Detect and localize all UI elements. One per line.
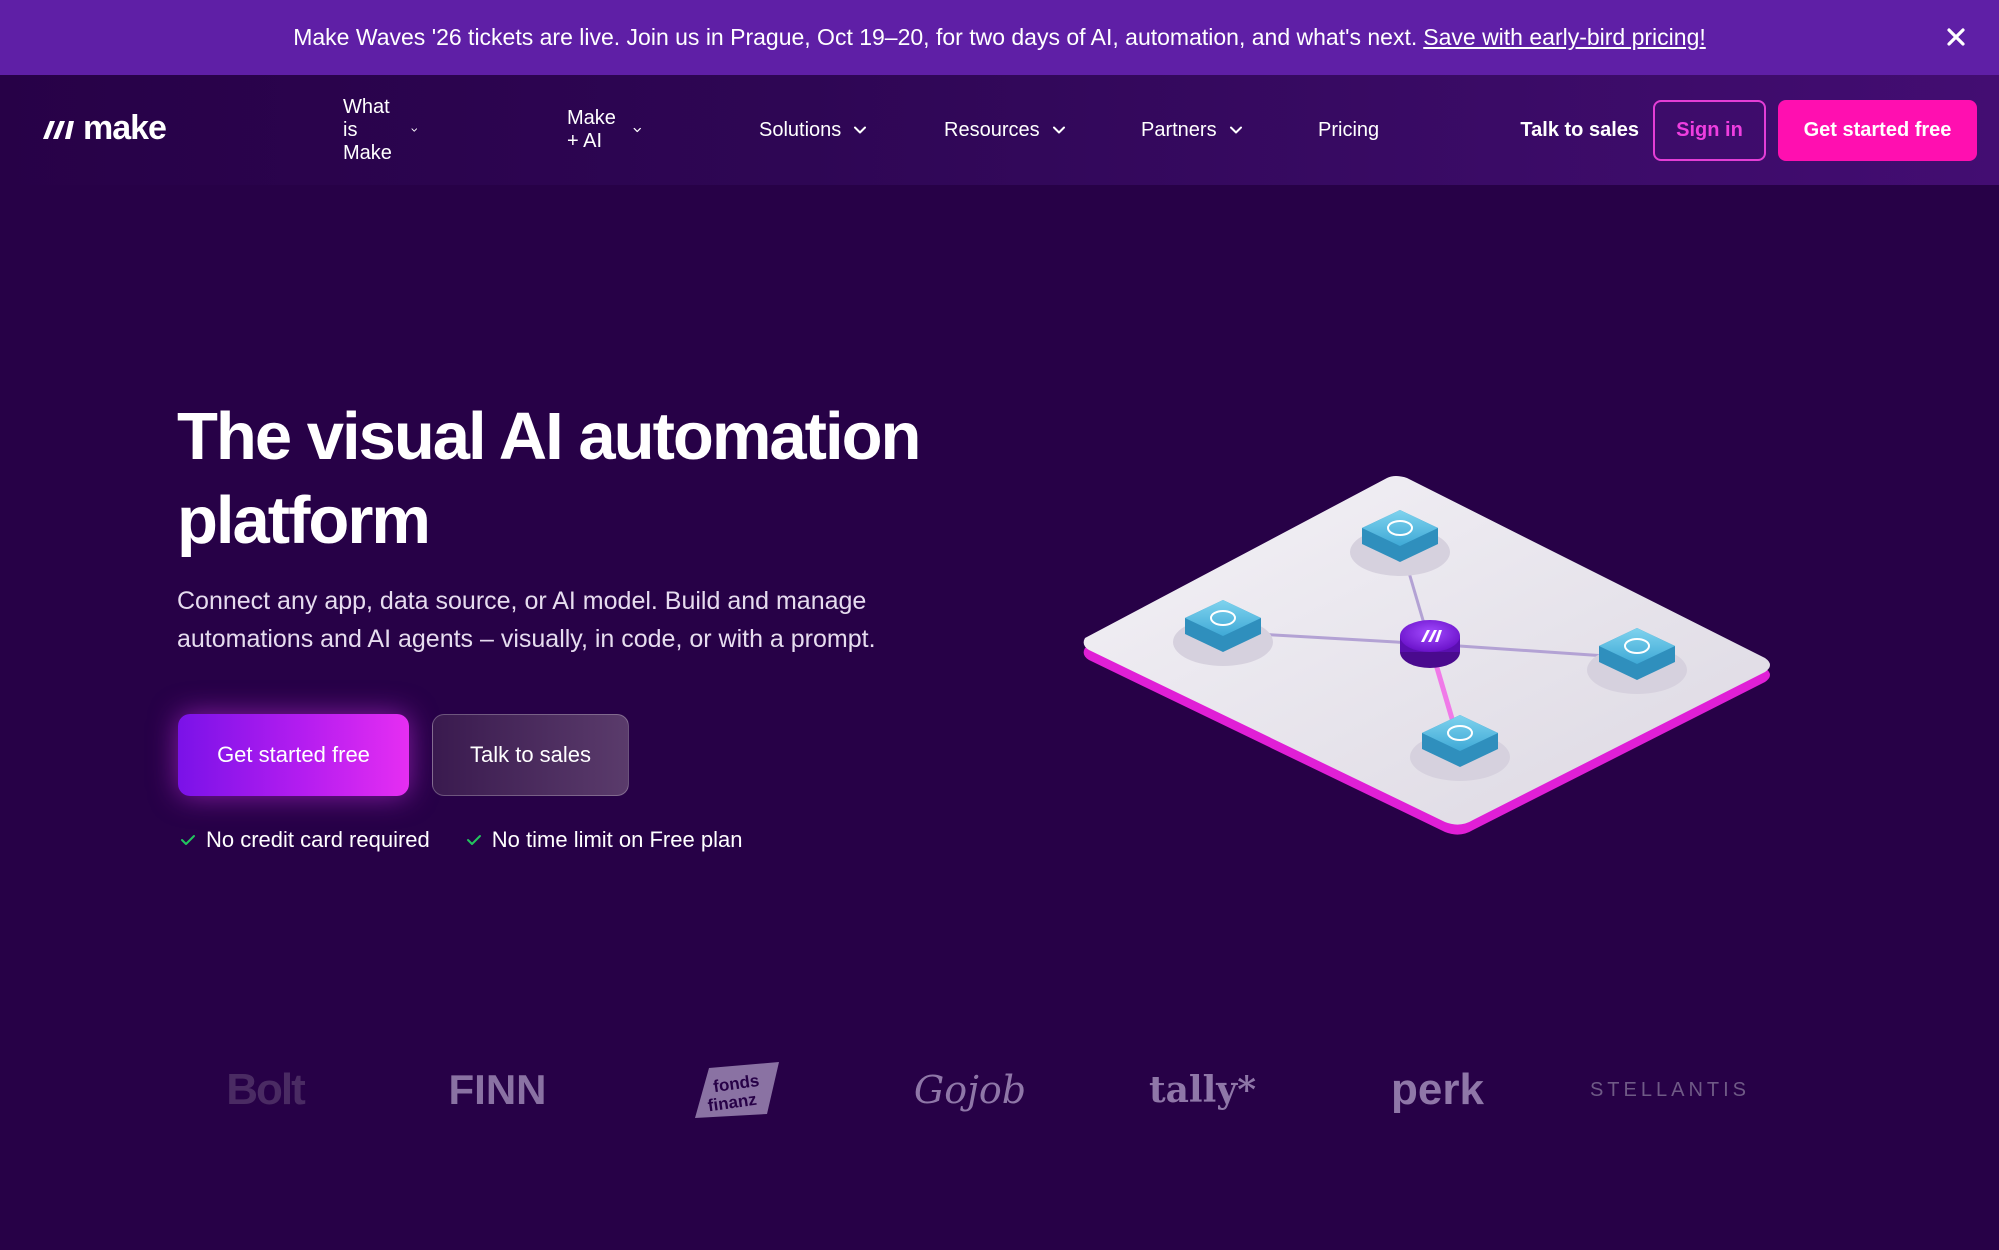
automation-platform-illustration bbox=[1083, 476, 1770, 835]
chevron-down-icon bbox=[854, 126, 867, 134]
brand-logo-tally: tally* bbox=[1148, 1069, 1257, 1111]
hero-title-line1: The visual AI automation bbox=[177, 399, 921, 474]
make-logo[interactable]: make bbox=[41, 109, 167, 148]
header-actions: Talk to sales Sign in Get started free bbox=[1520, 100, 1977, 161]
hero-subtitle-line2: automations and AI agents – visually, in… bbox=[177, 625, 876, 653]
hero-get-started-button[interactable]: Get started free bbox=[178, 714, 409, 796]
hero-title: The visual AI automation platform bbox=[177, 395, 977, 563]
brand-logo-stellantis: STELLANTIS bbox=[1589, 1078, 1751, 1101]
checkmark-icon bbox=[181, 835, 195, 845]
check-label: No credit card required bbox=[206, 827, 430, 852]
brand-logo-gojob: Gojob bbox=[913, 1068, 1027, 1112]
make-logo-mark-icon bbox=[43, 120, 74, 139]
hero-checklist: No credit card required No time limit on… bbox=[180, 827, 778, 853]
nav-partners[interactable]: Partners bbox=[1141, 119, 1243, 142]
nav-make-ai[interactable]: Make + AI bbox=[567, 107, 642, 153]
check-item: No credit card required bbox=[180, 827, 430, 853]
chevron-down-icon bbox=[1052, 126, 1065, 134]
check-item: No time limit on Free plan bbox=[466, 827, 743, 853]
nav-solutions[interactable]: Solutions bbox=[759, 119, 867, 142]
nav-pricing[interactable]: Pricing bbox=[1318, 119, 1379, 142]
chevron-down-icon bbox=[633, 127, 642, 133]
site-header: make What is Make Make + AI Solutions Re… bbox=[0, 75, 1999, 185]
nav-label: Solutions bbox=[759, 118, 842, 141]
early-bird-link[interactable]: Save with early-bird pricing! bbox=[1423, 24, 1706, 51]
brand-logo-finn: FINN bbox=[448, 1066, 547, 1113]
nav-label: Resources bbox=[944, 118, 1040, 141]
nav-label: Pricing bbox=[1318, 118, 1380, 141]
talk-to-sales-link[interactable]: Talk to sales bbox=[1520, 119, 1639, 142]
brand-logo-fonds-finanz: fonds finanz bbox=[688, 1050, 788, 1130]
nav-what-is-make[interactable]: What is Make bbox=[343, 96, 418, 165]
brand-logo-perk: perk bbox=[1391, 1065, 1484, 1114]
announcement-banner: Make Waves '26 tickets are live. Join us… bbox=[0, 0, 1999, 75]
checkmark-icon bbox=[466, 835, 481, 845]
hero-title-line2: platform bbox=[177, 483, 431, 558]
logo-text: make bbox=[83, 109, 167, 147]
check-label: No time limit on Free plan bbox=[491, 827, 743, 852]
chevron-down-icon bbox=[411, 128, 418, 132]
hero-subtitle: Connect any app, data source, or AI mode… bbox=[177, 582, 957, 658]
nav-label: What is Make bbox=[343, 95, 392, 164]
hero-subtitle-line1: Connect any app, data source, or AI mode… bbox=[177, 587, 867, 615]
nav-resources[interactable]: Resources bbox=[944, 119, 1066, 142]
get-started-button[interactable]: Get started free bbox=[1778, 100, 1977, 161]
fonds-finanz-logo: fonds finanz bbox=[695, 1062, 779, 1118]
chevron-down-icon bbox=[1229, 126, 1242, 134]
customer-logos: Bolt FINN fonds finanz Gojob tally* perk… bbox=[0, 1050, 1999, 1130]
nav-label: Partners bbox=[1141, 118, 1217, 141]
make-hub-node bbox=[1400, 620, 1460, 668]
brand-logo-bolt: Bolt bbox=[226, 1065, 306, 1114]
nav-label: Make + AI bbox=[567, 107, 616, 152]
sign-in-button[interactable]: Sign in bbox=[1653, 100, 1766, 161]
banner-message: Make Waves '26 tickets are live. Join us… bbox=[293, 24, 1418, 50]
hero-talk-to-sales-button[interactable]: Talk to sales bbox=[432, 714, 629, 796]
close-icon[interactable] bbox=[1941, 22, 1971, 52]
